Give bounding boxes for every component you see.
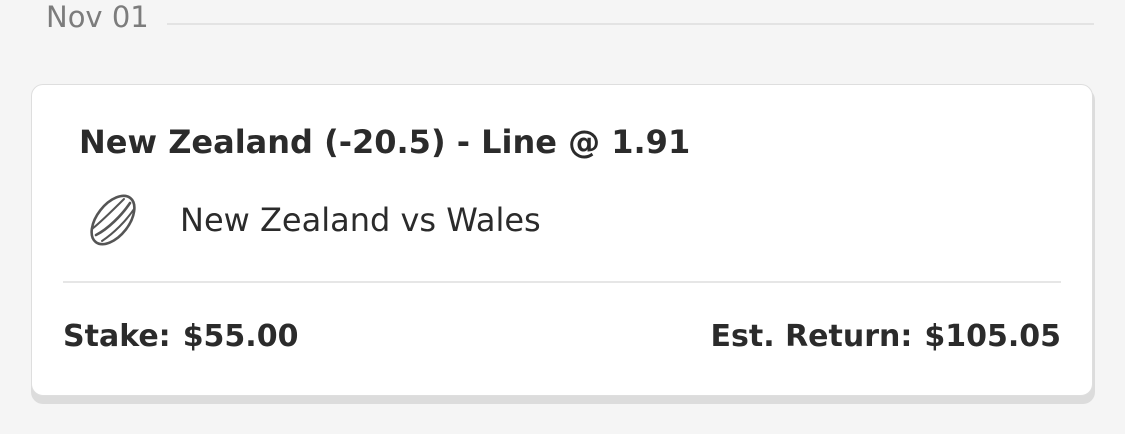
date-divider [166,23,1094,25]
stake-value: $55.00 [182,319,299,354]
card-divider [63,281,1061,283]
estimated-return-value: $105.05 [924,319,1061,354]
bet-selection-title: New Zealand (-20.5) - Line @ 1.91 [79,123,691,161]
event-name: New Zealand vs Wales [180,201,541,239]
bet-summary-row: Stake: $55.00 Est. Return: $105.05 [63,319,1061,354]
date-header: Nov 01 [46,0,1094,40]
date-label: Nov 01 [46,0,149,34]
stake-label: Stake: [63,319,171,354]
rugby-ball-icon [82,189,144,251]
bet-card[interactable]: New Zealand (-20.5) - Line @ 1.91 New Ze… [31,84,1093,396]
estimated-return-label: Est. Return: [710,319,913,354]
stake: Stake: $55.00 [63,319,298,354]
estimated-return: Est. Return: $105.05 [711,319,1061,354]
event-row: New Zealand vs Wales [82,189,541,251]
bet-history-page: Nov 01 New Zealand (-20.5) - Line @ 1.91… [0,0,1125,434]
